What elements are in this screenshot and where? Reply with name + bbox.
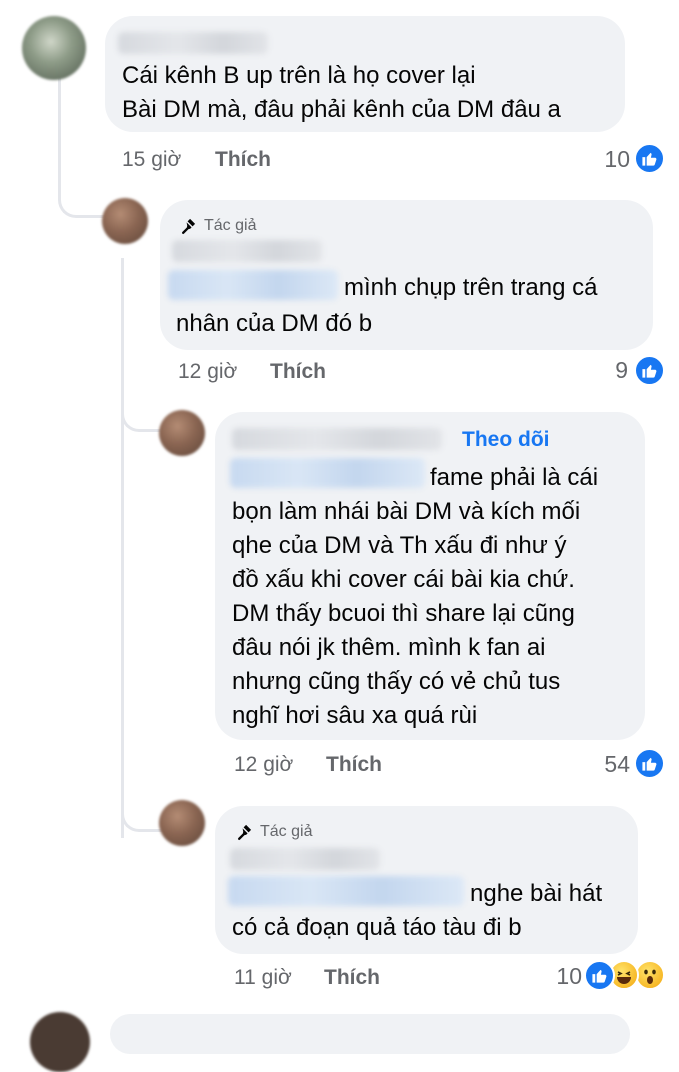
comment-text: có cả đoạn quả táo tàu đi b — [232, 914, 522, 941]
thread-line-branch — [121, 258, 167, 838]
author-badge: Tác giả — [178, 216, 256, 236]
avatar[interactable] — [159, 410, 205, 456]
comment-text: DM thấy bcuoi thì share lại cũng — [232, 600, 575, 627]
comment-time[interactable]: 15 giờ — [122, 148, 181, 172]
comment-text: qhe của DM và Th xấu đi như ý — [232, 532, 567, 559]
commenter-name-blurred[interactable] — [230, 848, 380, 870]
thread-line-reply-3 — [121, 380, 165, 432]
comment-text: nhân của DM đó b — [176, 310, 373, 337]
avatar[interactable] — [102, 198, 148, 244]
reaction-count[interactable]: 54 — [580, 751, 630, 778]
comment-time[interactable]: 12 giờ — [234, 753, 293, 777]
comment-text: nghe bài hát — [470, 880, 603, 907]
comment-time[interactable]: 11 giờ — [234, 966, 292, 990]
reaction-count[interactable]: 10 — [590, 146, 630, 173]
avatar[interactable] — [159, 800, 205, 846]
like-icon — [634, 748, 665, 779]
comment-text: Bài DM mà, đâu phải kênh của DM đâu a — [122, 96, 561, 123]
comment-text: đồ xấu khi cover cái bài kia chứ. — [232, 566, 575, 593]
reaction-count[interactable]: 9 — [590, 357, 628, 384]
mention-link-blurred[interactable] — [168, 270, 338, 300]
commenter-name-blurred[interactable] — [172, 240, 322, 262]
wow-emoji-icon — [635, 960, 665, 990]
comment-text: nhưng cũng thấy có vẻ chủ tus — [232, 668, 561, 695]
commenter-name-blurred[interactable] — [118, 32, 268, 54]
like-button[interactable]: Thích — [270, 360, 326, 384]
commenter-name-blurred[interactable] — [232, 428, 442, 450]
follow-button[interactable]: Theo dõi — [462, 428, 550, 452]
comment-text: mình chụp trên trang cá — [344, 274, 598, 301]
author-badge-label: Tác giả — [260, 823, 313, 840]
avatar[interactable] — [22, 16, 86, 80]
mention-link-blurred[interactable] — [230, 458, 425, 488]
comment-text: fame phải là cái — [430, 464, 599, 491]
comment-text: Cái kênh B up trên là họ cover lại — [122, 62, 476, 89]
like-icon — [584, 960, 615, 991]
author-badge: Tác giả — [234, 822, 312, 842]
microphone-icon — [237, 824, 252, 841]
avatar[interactable] — [30, 1012, 90, 1072]
like-button[interactable]: Thích — [324, 966, 380, 990]
like-button[interactable]: Thích — [326, 753, 382, 777]
like-icon — [634, 143, 665, 174]
like-icon — [634, 355, 665, 386]
comment-text: đâu nói jk thêm. mình k fan ai — [232, 634, 546, 661]
like-button[interactable]: Thích — [215, 148, 271, 172]
reaction-count[interactable]: 10 — [542, 963, 582, 990]
comment-text: nghĩ hơi sâu xa quá rùi — [232, 702, 478, 729]
comment-text: bọn làm nhái bài DM và kích mối — [232, 498, 581, 525]
microphone-icon — [181, 218, 196, 235]
mention-link-blurred[interactable] — [228, 876, 464, 906]
author-badge-label: Tác giả — [204, 217, 257, 234]
comment-bubble — [110, 1014, 630, 1054]
comment-time[interactable]: 12 giờ — [178, 360, 237, 384]
